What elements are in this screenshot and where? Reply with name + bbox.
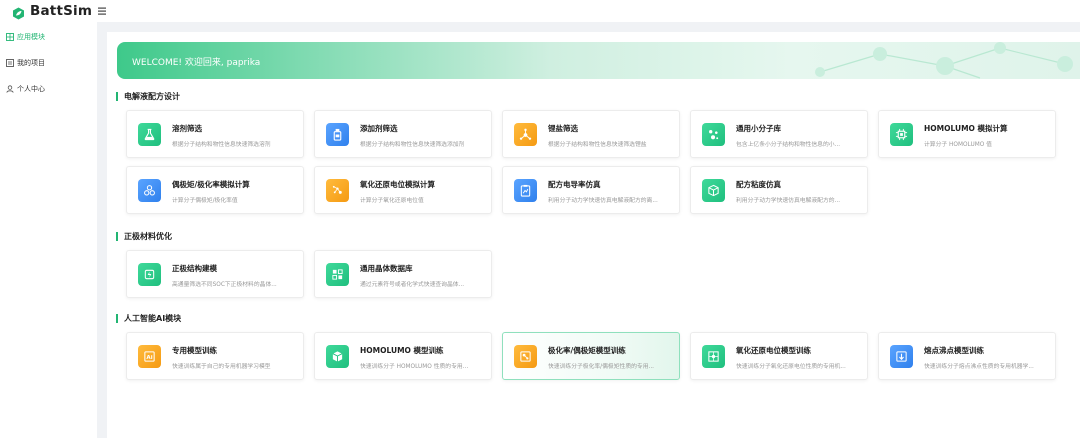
card-description: 包含上亿条小分子结构和物性信息的小... (736, 142, 841, 148)
list-icon (6, 59, 14, 67)
polar-icon (514, 345, 537, 368)
sidebar: 应用模块 我的项目 个人中心 (0, 22, 97, 438)
card-cathode-structure-modeling[interactable]: 正极结构建模 高通量筛选不同SOC下正极材料的晶体... (126, 250, 304, 298)
thermo-icon (890, 345, 913, 368)
cathode-icon (138, 263, 161, 286)
chip-icon (890, 123, 913, 146)
logo-leaf-icon (12, 5, 25, 19)
main-content: WELCOME! 欢迎回来, paprika 电解液配方设计 溶剂筛选 根据分子… (107, 32, 1080, 438)
card-description: 计算分子 HOMOLUMO 值 (924, 142, 992, 148)
card-title: 氧化还原电位模拟计算 (360, 180, 435, 189)
card-title: 添加剂筛选 (360, 124, 398, 133)
card-title: 配方电导率仿真 (548, 180, 601, 189)
cube-icon (702, 179, 725, 202)
sidebar-item-profile[interactable]: 个人中心 (0, 76, 97, 102)
app-name: BattSim (30, 3, 93, 19)
section-title-ai: 人工智能AI模块 (116, 312, 181, 324)
menu-toggle-icon[interactable] (96, 3, 110, 17)
user-icon (6, 85, 14, 93)
sidebar-item-label: 应用模块 (17, 33, 45, 41)
card-description: 利用分子动力学快速仿真电解液配方的... (736, 198, 841, 204)
card-description: 快速训练分子熔点沸点性质的专用机器学... (924, 364, 1034, 370)
card-description: 根据分子结构和物性信息快速筛选添加剂 (360, 142, 465, 148)
molecule-icon (514, 123, 537, 146)
card-homolumo-calculation[interactable]: HOMOLUMO 模拟计算 计算分子 HOMOLUMO 值 (878, 110, 1056, 158)
card-description: 根据分子结构和物性信息快速筛选溶剂 (172, 142, 271, 148)
card-lithium-salt-screening[interactable]: 锂盐筛选 根据分子结构和物性信息快速筛选锂盐 (502, 110, 680, 158)
card-description: 快速训练属于自己的专用机器学习模型 (172, 364, 271, 370)
card-title: 锂盐筛选 (548, 124, 578, 133)
card-description: 高通量筛选不同SOC下正极材料的晶体... (172, 282, 277, 288)
redox-icon (326, 179, 349, 202)
card-title: 氧化还原电位模型训练 (736, 346, 811, 355)
card-title: 通用晶体数据库 (360, 264, 413, 273)
card-description: 通过元素符号或者化学式快速查询晶体... (360, 282, 465, 288)
sidebar-item-modules[interactable]: 应用模块 (0, 24, 97, 50)
target-icon (702, 345, 725, 368)
card-small-molecule-library[interactable]: 通用小分子库 包含上亿条小分子结构和物性信息的小... (690, 110, 868, 158)
section-title-electrolyte: 电解液配方设计 (116, 90, 180, 102)
card-description: 计算分子氧化还原电位值 (360, 198, 424, 204)
welcome-text: WELCOME! 欢迎回来, paprika (132, 58, 261, 68)
card-redox-model-training[interactable]: 氧化还原电位模型训练 快速训练分子氧化还原电位性质的专用机... (690, 332, 868, 380)
card-title: 偶极矩/极化率模拟计算 (172, 180, 250, 189)
card-conductivity-simulation[interactable]: 配方电导率仿真 利用分子动力学快速仿真电解液配方的离... (502, 166, 680, 214)
atoms-icon (702, 123, 725, 146)
card-viscosity-simulation[interactable]: 配方粘度仿真 利用分子动力学快速仿真电解液配方的... (690, 166, 868, 214)
section-title-cathode: 正极材料优化 (116, 230, 172, 242)
card-custom-model-training[interactable]: Ai 专用模型训练 快速训练属于自己的专用机器学习模型 (126, 332, 304, 380)
grid-icon (6, 33, 14, 41)
card-description: 快速训练分子 HOMOLUMO 性质的专用... (360, 364, 469, 370)
sidebar-item-label: 我的项目 (17, 59, 45, 67)
card-redox-potential-calculation[interactable]: 氧化还原电位模拟计算 计算分子氧化还原电位值 (314, 166, 492, 214)
card-title: 极化率/偶极矩模型训练 (548, 346, 626, 355)
flask-icon (138, 123, 161, 146)
top-bar: BattSim (0, 0, 1080, 22)
card-melting-boiling-model-training[interactable]: 熔点沸点模型训练 快速训练分子熔点沸点性质的专用机器学... (878, 332, 1056, 380)
sidebar-item-projects[interactable]: 我的项目 (0, 50, 97, 76)
card-description: 利用分子动力学快速仿真电解液配方的离... (548, 198, 658, 204)
card-additive-screening[interactable]: 添加剂筛选 根据分子结构和物性信息快速筛选添加剂 (314, 110, 492, 158)
app-logo[interactable]: BattSim (12, 2, 92, 20)
sidebar-item-label: 个人中心 (17, 85, 45, 93)
card-homolumo-model-training[interactable]: HOMOLUMO 模型训练 快速训练分子 HOMOLUMO 性质的专用... (314, 332, 492, 380)
card-title: 配方粘度仿真 (736, 180, 781, 189)
card-title: 正极结构建模 (172, 264, 217, 273)
card-description: 快速训练分子极化率/偶极矩性质的专用... (548, 364, 655, 370)
bottle-icon (326, 123, 349, 146)
orbit-icon (138, 179, 161, 202)
card-title: 溶剂筛选 (172, 124, 202, 133)
banner-decoration-icon (815, 42, 1073, 79)
card-description: 根据分子结构和物性信息快速筛选锂盐 (548, 142, 647, 148)
card-description: 计算分子偶极矩/极化率值 (172, 198, 238, 204)
card-polarizability-model-training[interactable]: 极化率/偶极矩模型训练 快速训练分子极化率/偶极矩性质的专用... (502, 332, 680, 380)
clipboard-icon (514, 179, 537, 202)
card-solvent-screening[interactable]: 溶剂筛选 根据分子结构和物性信息快速筛选溶剂 (126, 110, 304, 158)
card-title: 专用模型训练 (172, 346, 217, 355)
welcome-banner: WELCOME! 欢迎回来, paprika (117, 42, 1080, 79)
card-crystal-database[interactable]: 通用晶体数据库 通过元素符号或者化学式快速查询晶体... (314, 250, 492, 298)
ai-icon: Ai (138, 345, 161, 368)
card-title: HOMOLUMO 模型训练 (360, 346, 444, 355)
card-title: HOMOLUMO 模拟计算 (924, 124, 1008, 133)
crystal-icon (326, 263, 349, 286)
card-title: 通用小分子库 (736, 124, 781, 133)
card-description: 快速训练分子氧化还原电位性质的专用机... (736, 364, 846, 370)
card-title: 熔点沸点模型训练 (924, 346, 984, 355)
model-icon (326, 345, 349, 368)
svg-text:Ai: Ai (146, 355, 152, 361)
card-dipole-polarizability-calculation[interactable]: 偶极矩/极化率模拟计算 计算分子偶极矩/极化率值 (126, 166, 304, 214)
